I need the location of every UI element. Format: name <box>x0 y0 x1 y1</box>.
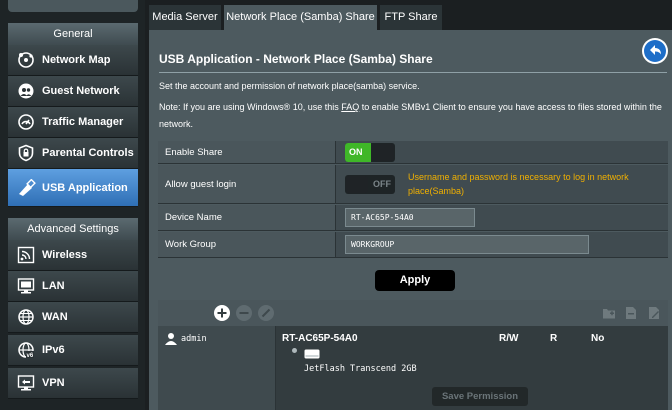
enable-share-label: Enable Share <box>158 141 336 163</box>
sidebar-item-vpn[interactable]: VPN <box>8 368 138 399</box>
vpn-icon <box>14 372 38 394</box>
expand-dot-icon[interactable] <box>292 348 297 353</box>
sidebar-item-label: Network Map <box>42 54 111 66</box>
sidebar-item-guest-network[interactable]: Guest Network <box>8 76 138 107</box>
sidebar-item-label: WAN <box>42 311 68 323</box>
drive-name: JetFlash Transcend 2GB <box>304 364 417 374</box>
sidebar-item-label: LAN <box>42 280 65 292</box>
sidebar-item-usb-application[interactable]: USB Application <box>8 169 138 207</box>
sidebar-section-general: General <box>8 23 138 45</box>
sidebar-top-cap <box>8 0 138 12</box>
edit-user-button[interactable] <box>258 305 274 321</box>
user-name: admin <box>181 333 207 344</box>
user-item-admin[interactable]: admin <box>164 332 207 345</box>
new-folder-icon[interactable] <box>602 306 616 325</box>
tab-ftp-share[interactable]: FTP Share <box>380 5 442 30</box>
modify-folder-icon[interactable] <box>647 306 661 325</box>
sidebar-item-parental-controls[interactable]: Parental Controls <box>8 138 138 169</box>
device-name-label: Device Name <box>158 205 336 230</box>
usb-application-icon <box>14 177 38 199</box>
permission-toolbar <box>158 300 668 326</box>
ipv6-icon: v6 <box>14 339 38 361</box>
page-note: Note: If you are using Windows® 10, use … <box>159 99 667 133</box>
guest-network-icon <box>14 80 38 102</box>
tab-samba-share[interactable]: Network Place (Samba) Share <box>224 5 377 30</box>
sidebar-item-wireless[interactable]: Wireless <box>8 240 138 271</box>
tab-bar: Media Server Network Place (Samba) Share… <box>149 0 672 30</box>
toggle-knob <box>372 144 394 161</box>
sidebar-item-ipv6[interactable]: v6 IPv6 <box>8 335 138 366</box>
save-permission-button[interactable]: Save Permission <box>432 387 528 406</box>
column-r: R <box>550 333 558 344</box>
guest-login-toggle[interactable]: OFF <box>345 175 395 194</box>
sidebar-section-advanced: Advanced Settings <box>8 218 138 240</box>
work-group-label: Work Group <box>158 232 336 257</box>
svg-text:v6: v6 <box>27 353 34 359</box>
back-button[interactable] <box>642 38 668 64</box>
drive-icon <box>304 346 320 364</box>
device-name-input[interactable]: RT-AC65P-54A0 <box>345 208 475 227</box>
enable-share-toggle[interactable]: ON <box>345 143 395 162</box>
wan-icon <box>14 306 38 328</box>
sidebar-item-label: VPN <box>42 377 65 389</box>
delete-folder-icon[interactable] <box>624 306 638 325</box>
traffic-manager-icon <box>14 111 38 133</box>
parental-controls-icon <box>14 142 38 164</box>
apply-button[interactable]: Apply <box>375 270 455 291</box>
sidebar-item-label: Parental Controls <box>42 147 134 159</box>
add-user-button[interactable] <box>214 305 230 321</box>
guest-login-warning: Username and password is necessary to lo… <box>408 172 629 196</box>
row-device-name: Device Name RT-AC65P-54A0 <box>158 205 668 231</box>
delete-user-button[interactable] <box>236 305 252 321</box>
guest-login-label: Allow guest login <box>158 165 336 203</box>
toggle-knob <box>346 176 368 193</box>
user-icon <box>165 333 177 345</box>
note-text-before: Note: If you are using Windows® 10, use … <box>159 102 342 112</box>
main-panel: USB Application - Network Place (Samba) … <box>149 30 672 410</box>
row-enable-share: Enable Share ON <box>158 141 668 164</box>
sidebar-item-label: USB Application <box>42 181 128 194</box>
column-no: No <box>591 333 605 344</box>
permission-table: admin RT-AC65P-54A0 R/W R No JetFlash Tr… <box>158 300 668 410</box>
page-description: Set the account and permission of networ… <box>159 81 420 91</box>
sidebar-item-lan[interactable]: LAN <box>8 271 138 302</box>
sidebar-item-wan[interactable]: WAN <box>8 302 138 333</box>
network-map-icon <box>14 49 38 71</box>
sidebar-item-label: Guest Network <box>42 85 120 97</box>
sidebar-item-label: Traffic Manager <box>42 116 124 128</box>
row-guest-login: Allow guest login OFF Username and passw… <box>158 165 668 204</box>
column-rw: R/W <box>499 333 519 344</box>
plus-icon <box>217 308 227 318</box>
sidebar: General Network Map Guest Network Traffi… <box>0 0 145 410</box>
toggle-state-text: OFF <box>373 179 391 189</box>
back-arrow-icon <box>644 40 666 62</box>
sidebar-item-label: IPv6 <box>42 344 65 356</box>
title-divider <box>159 72 667 73</box>
sidebar-item-label: Wireless <box>42 249 88 261</box>
lan-icon <box>14 275 38 297</box>
sidebar-item-traffic-manager[interactable]: Traffic Manager <box>8 107 138 138</box>
toggle-state-text: ON <box>349 147 363 157</box>
device-root-label: RT-AC65P-54A0 <box>282 333 358 344</box>
sidebar-item-network-map[interactable]: Network Map <box>8 45 138 76</box>
wireless-icon <box>14 244 38 266</box>
minus-icon <box>239 312 249 314</box>
edit-slash-icon <box>261 308 271 318</box>
faq-link[interactable]: FAQ <box>341 102 359 112</box>
tab-media-server[interactable]: Media Server <box>149 5 221 30</box>
page-title: USB Application - Network Place (Samba) … <box>159 52 433 66</box>
row-work-group: Work Group WORKGROUP <box>158 232 668 258</box>
user-list: admin <box>158 326 276 410</box>
work-group-input[interactable]: WORKGROUP <box>345 235 589 254</box>
